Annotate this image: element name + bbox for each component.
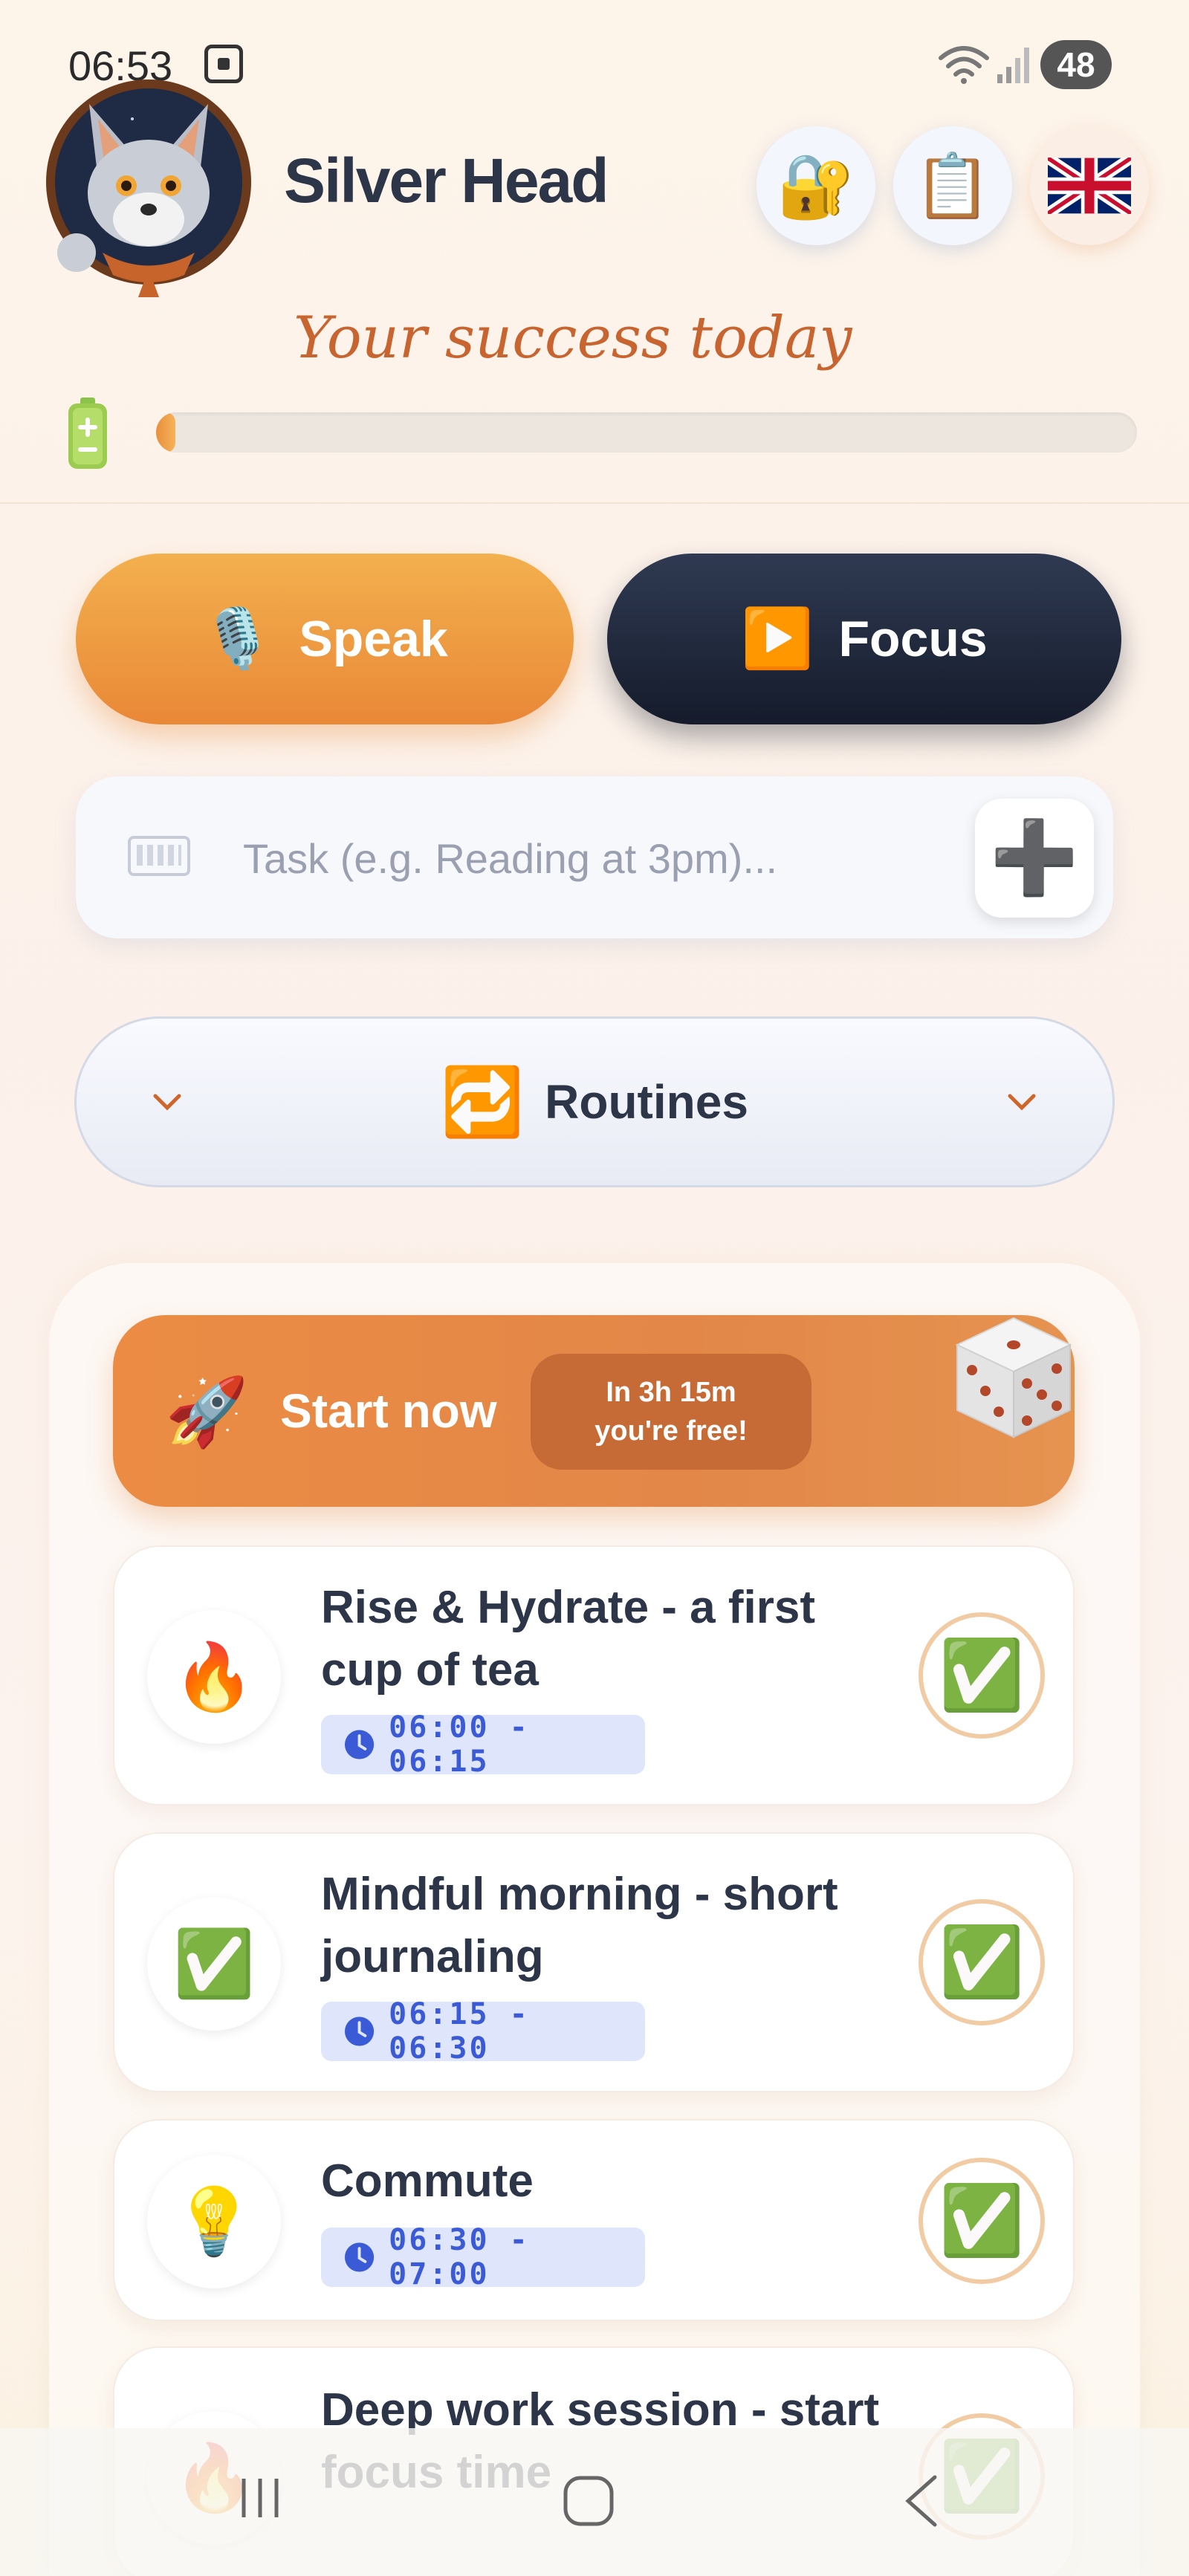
task-input[interactable]	[243, 821, 1016, 895]
complete-task-button[interactable]: ✅	[919, 1612, 1045, 1739]
complete-task-button[interactable]: ✅	[919, 1899, 1045, 2025]
battery-icon	[68, 398, 107, 469]
dice-icon[interactable]	[945, 1309, 1082, 1446]
daily-progress-bar	[156, 412, 1137, 452]
check-icon: ✅	[147, 1897, 281, 2031]
checkmark-icon: ✅	[939, 1924, 1025, 2000]
system-nav-bar	[0, 2428, 1189, 2576]
time-range: 06:30 - 07:00	[389, 2223, 530, 2291]
task-card[interactable]: 💡 Commute 06:30 - 07:00 ✅	[113, 2119, 1075, 2321]
task-card[interactable]: 🔥 Rise & Hydrate - a first cup of tea 06…	[113, 1545, 1075, 1806]
rocket-icon: 🚀	[165, 1375, 249, 1450]
free-time-badge: In 3h 15m you're free!	[531, 1354, 811, 1470]
header-divider	[0, 502, 1189, 504]
time-badge: 06:00 - 06:15	[321, 1710, 645, 1779]
fox-avatar[interactable]	[43, 74, 255, 301]
uk-flag-icon	[1048, 158, 1131, 214]
checkmark-icon: ✅	[939, 1637, 1025, 1713]
time-range: 06:00 - 06:15	[389, 1710, 530, 1779]
lock-button[interactable]: 🔐	[757, 126, 875, 245]
lock-key-icon: 🔐	[777, 150, 855, 221]
wifi-icon	[939, 46, 989, 84]
microphone-icon: 🎙️	[201, 606, 274, 671]
chevron-down-icon	[153, 1094, 181, 1111]
task-entry-box: ➕	[76, 776, 1113, 938]
add-task-button[interactable]: ➕	[975, 799, 1094, 918]
language-button[interactable]	[1030, 126, 1149, 245]
time-range: 06:15 - 06:30	[389, 1997, 530, 2066]
chevron-down-icon	[1008, 1094, 1036, 1111]
routines-toggle[interactable]: 🔁 Routines	[74, 1016, 1115, 1187]
checkmark-icon: ✅	[939, 2182, 1025, 2259]
start-now-label: Start now	[280, 1384, 497, 1438]
daily-progress-fill	[156, 412, 176, 452]
start-now-button[interactable]: 🚀 Start now In 3h 15m you're free!	[113, 1315, 1075, 1507]
focus-label: Focus	[838, 611, 988, 667]
success-today-label: Your success today	[294, 305, 852, 372]
repeat-icon: 🔁	[441, 1065, 525, 1140]
clock-icon	[344, 1730, 375, 1759]
app-title: Silver Head	[284, 146, 609, 215]
clipboard-icon: 📋	[913, 150, 992, 221]
clipboard-button[interactable]: 📋	[893, 126, 1012, 245]
clock-icon	[344, 2017, 375, 2046]
play-icon: ▶️	[741, 606, 814, 671]
speak-label: Speak	[299, 611, 448, 667]
keyboard-icon[interactable]	[128, 836, 190, 876]
fire-icon: 🔥	[147, 1610, 281, 1744]
signal-icon	[997, 48, 1029, 83]
time-badge: 06:30 - 07:00	[321, 2223, 645, 2291]
time-badge: 06:15 - 06:30	[321, 1997, 645, 2066]
battery-level: 48	[1040, 40, 1112, 89]
focus-button[interactable]: ▶️ Focus	[607, 554, 1121, 724]
speak-button[interactable]: 🎙️ Speak	[76, 554, 574, 724]
clock-icon	[344, 2242, 375, 2272]
task-title: Mindful morning - short journaling	[321, 1869, 838, 1982]
routines-label: Routines	[545, 1075, 748, 1129]
home-icon[interactable]	[562, 2474, 615, 2528]
recent-apps-icon[interactable]	[236, 2474, 284, 2522]
complete-task-button[interactable]: ✅	[919, 2158, 1045, 2284]
task-title: Rise & Hydrate - a first cup of tea	[321, 1582, 815, 1696]
plus-icon: ➕	[990, 818, 1079, 898]
lightbulb-icon: 💡	[147, 2155, 281, 2288]
task-card[interactable]: ✅ Mindful morning - short journaling 06:…	[113, 1832, 1075, 2092]
back-icon[interactable]	[901, 2474, 942, 2528]
task-title: Commute	[321, 2155, 534, 2207]
